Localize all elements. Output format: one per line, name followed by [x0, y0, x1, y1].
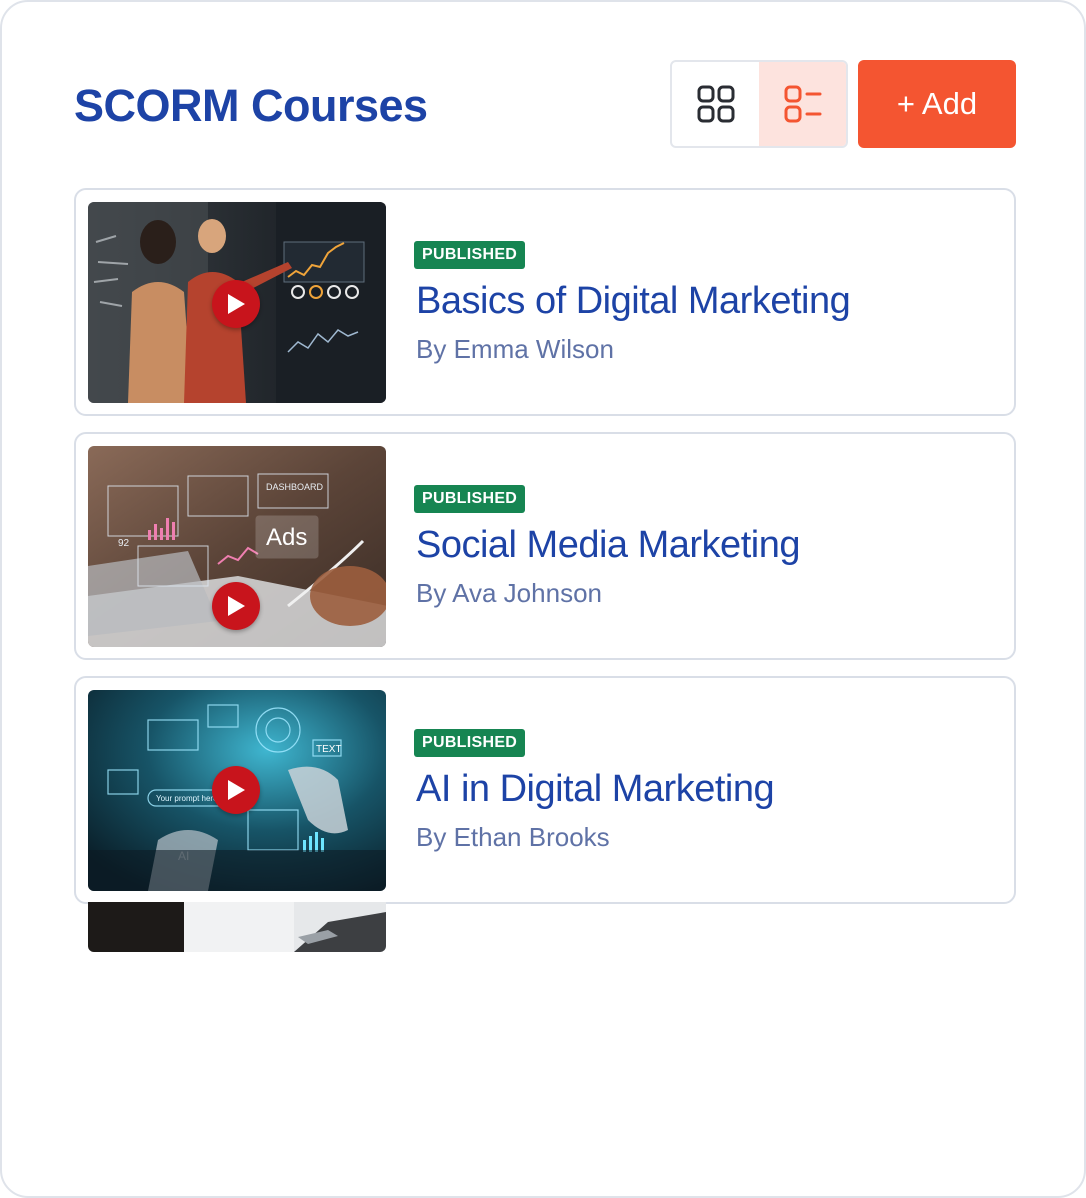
svg-text:92: 92: [118, 538, 130, 549]
grid-view-button[interactable]: [672, 62, 759, 146]
list-view-button[interactable]: [759, 62, 846, 146]
course-thumbnail[interactable]: [88, 202, 386, 403]
page-title: SCORM Courses: [74, 80, 428, 131]
course-card[interactable]: Ads DASHBOARD 92 PUBLISHED Social Media …: [74, 432, 1016, 660]
add-course-button[interactable]: + Add: [858, 60, 1016, 148]
svg-text:TEXT: TEXT: [316, 744, 342, 755]
course-author: By Emma Wilson: [416, 334, 614, 364]
status-badge: PUBLISHED: [414, 485, 526, 513]
svg-text:DASHBOARD: DASHBOARD: [266, 482, 324, 492]
play-icon[interactable]: [212, 280, 260, 328]
course-card[interactable]: Your prompt here TEXT AI PUBLISHED AI in…: [74, 676, 1016, 904]
scorm-courses-panel: SCORM Courses + Add PUBLISHED Basics of …: [0, 0, 1086, 1198]
course-title[interactable]: Social Media Marketing: [416, 522, 800, 568]
list-icon: [784, 85, 821, 123]
course-author: By Ava Johnson: [416, 578, 602, 608]
svg-text:Ads: Ads: [266, 524, 307, 551]
status-badge: PUBLISHED: [414, 241, 526, 269]
course-title[interactable]: AI in Digital Marketing: [416, 766, 775, 812]
view-mode-toggle: [670, 60, 848, 148]
course-title[interactable]: Basics of Digital Marketing: [416, 278, 851, 324]
status-badge: PUBLISHED: [414, 729, 526, 757]
course-author: By Ethan Brooks: [416, 822, 610, 852]
course-thumbnail[interactable]: Your prompt here TEXT AI: [88, 690, 386, 891]
play-icon[interactable]: [212, 582, 260, 630]
svg-text:Your prompt here: Your prompt here: [156, 794, 218, 803]
next-course-thumbnail-peek: [88, 902, 386, 952]
course-thumbnail[interactable]: Ads DASHBOARD 92: [88, 446, 386, 647]
grid-icon: [697, 85, 734, 123]
course-card[interactable]: PUBLISHED Basics of Digital Marketing By…: [74, 188, 1016, 416]
play-icon[interactable]: [212, 766, 260, 814]
